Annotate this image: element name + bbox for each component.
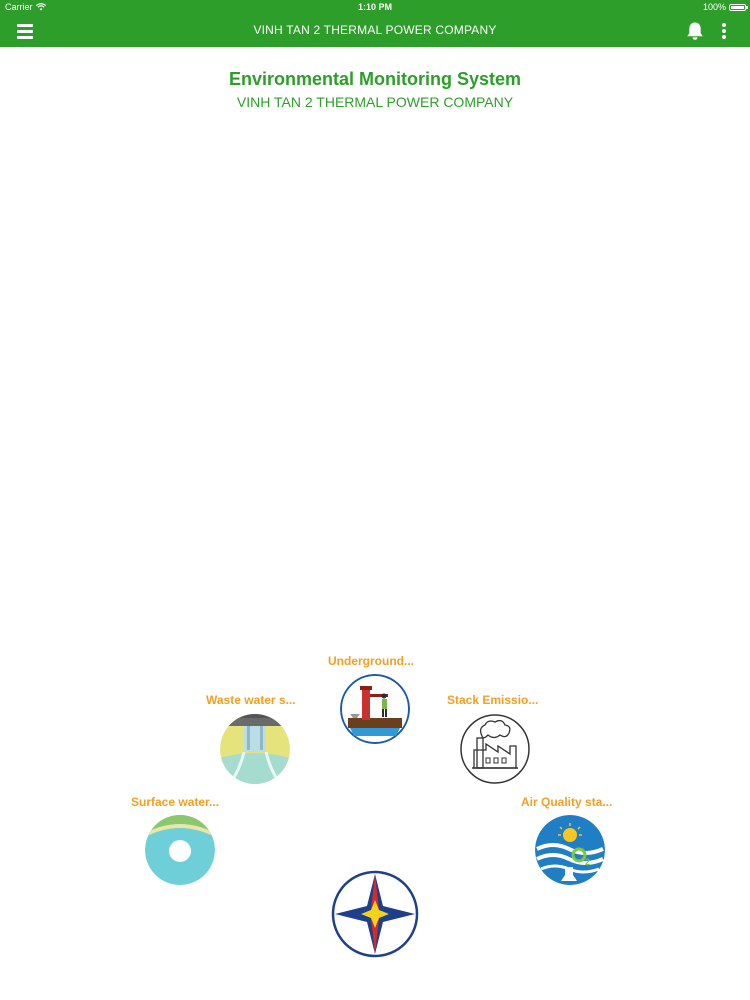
surface-water-icon (145, 815, 215, 885)
station-label: Surface water... (131, 795, 220, 809)
nav-title: VINH TAN 2 THERMAL POWER COMPANY (253, 23, 497, 37)
waste-water-icon (220, 714, 290, 784)
company-logo-button[interactable] (331, 870, 419, 958)
status-time: 1:10 PM (357, 2, 392, 12)
battery-icon (729, 3, 748, 11)
underground-water-icon (340, 674, 410, 744)
station-label: Air Quality sta... (521, 795, 613, 809)
compass-logo-icon (331, 870, 419, 958)
air-quality-icon: 2 (535, 815, 605, 885)
battery-percent: 100% (702, 2, 726, 12)
page-subtitle: VINH TAN 2 THERMAL POWER COMPANY (236, 94, 514, 110)
station-label: Stack Emissio... (447, 693, 539, 707)
bell-icon (687, 22, 703, 40)
station-label: Waste water s... (206, 693, 296, 707)
svg-text:2: 2 (585, 857, 590, 867)
page-title: Environmental Monitoring System (228, 69, 522, 89)
factory-smoke-icon (460, 714, 530, 784)
status-bar: Carrier 1:10 PM 100% (0, 0, 750, 14)
status-right: 100% (702, 2, 748, 12)
more-vertical-icon (722, 23, 726, 39)
nav-bar: VINH TAN 2 THERMAL POWER COMPANY (0, 14, 750, 47)
station-label: Underground... (328, 654, 414, 668)
more-options-button[interactable] (716, 20, 732, 42)
notifications-button[interactable] (684, 20, 706, 42)
